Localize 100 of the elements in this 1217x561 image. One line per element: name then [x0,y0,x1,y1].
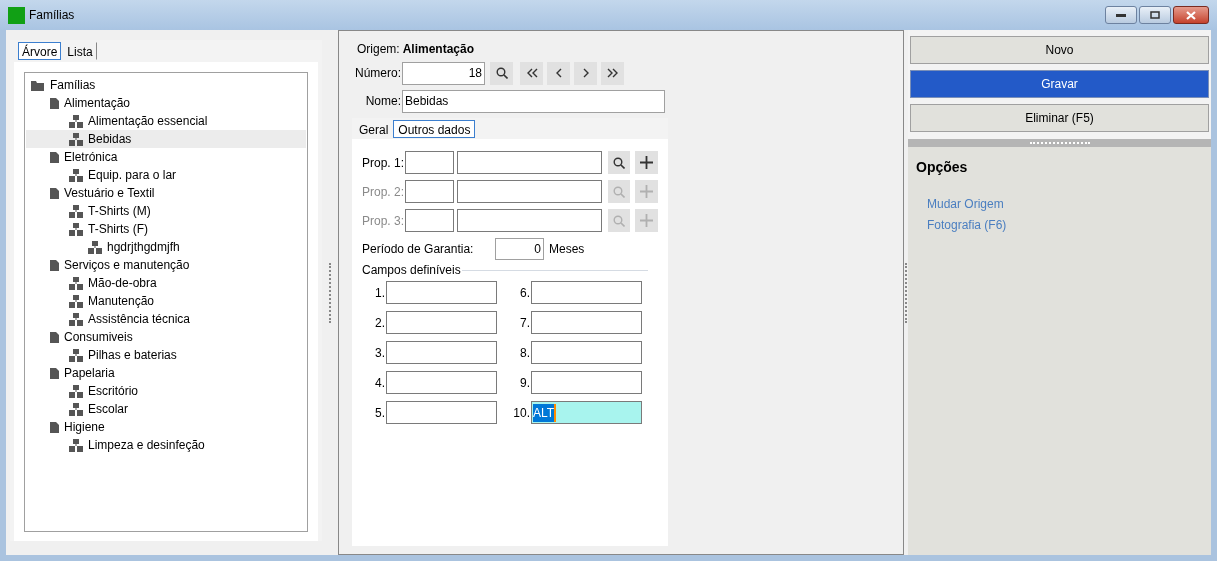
hierarchy-icon [69,222,83,236]
tree-item[interactable]: Limpeza e desinfeção [26,436,306,454]
input-field[interactable] [531,311,642,334]
plus-icon [640,156,654,169]
input-field[interactable] [531,371,642,394]
description-field[interactable] [456,151,602,174]
tab[interactable]: Lista [63,42,97,60]
tree-item[interactable]: Equip. para o lar [26,166,306,184]
number-field[interactable]: 18 [402,61,485,85]
tab[interactable]: Outros dados [393,119,476,138]
plus-icon [640,185,654,198]
origin-value: Alimentação [402,41,475,58]
minimize-button[interactable] [1105,6,1137,24]
tab[interactable]: Árvore [18,42,62,60]
grip-handle-icon[interactable] [1029,142,1090,144]
name-field[interactable]: Bebidas [402,89,665,113]
hierarchy-icon [69,276,83,290]
description-field[interactable] [456,180,602,203]
search-button[interactable] [490,61,513,85]
property-label: Prop. 3: [362,212,405,230]
hierarchy-icon [69,312,83,326]
warranty-unit: Meses [549,241,585,258]
tree-item[interactable]: Bebidas [26,130,306,148]
close-button[interactable] [1173,6,1209,24]
tree-item[interactable]: Escritório [26,382,306,400]
hierarchy-icon [69,384,83,398]
warranty-field[interactable]: 0 [495,238,544,260]
hierarchy-icon [69,438,83,452]
plus-icon [640,214,654,227]
tab[interactable]: Geral [356,119,392,138]
tree-item[interactable]: Alimentação essencial [26,112,306,130]
first-record-button[interactable] [520,61,543,85]
action-button[interactable]: Eliminar (F5) [910,104,1209,132]
number-label: Número: [354,65,402,82]
field-label: 6. [519,284,531,302]
field-label: 7. [519,314,531,332]
description-field[interactable] [456,209,602,232]
tree-item[interactable]: Papelaria [26,364,306,382]
code-field[interactable] [404,209,454,232]
tree-item[interactable]: Famílias [26,76,306,94]
code-field[interactable] [404,180,454,203]
input-field[interactable] [531,281,642,304]
property-label: Prop. 1: [362,154,405,172]
document-icon [50,97,59,109]
folder-icon [31,79,45,91]
add-button[interactable] [635,151,658,174]
field-label: 5. [374,404,386,422]
field-label: 9. [519,374,531,392]
tree-item[interactable]: Mão-de-obra [26,274,306,292]
warranty-label: Período de Garantia: [362,241,475,258]
tree-item[interactable]: Serviços e manutenção [26,256,306,274]
input-field[interactable] [386,371,497,394]
origin-label: Origem: [357,41,400,58]
input-field[interactable] [386,341,497,364]
hierarchy-icon [69,402,83,416]
field-label: 1. [374,284,386,302]
tree-item[interactable]: Higiene [26,418,306,436]
tree-item[interactable]: Vestuário e Textil [26,184,306,202]
code-field[interactable] [404,151,454,174]
action-button[interactable]: Gravar [910,70,1209,98]
chevron-left-icon [554,68,563,78]
tree-item[interactable]: hgdrjthgdmjfh [26,238,306,256]
input-field[interactable] [386,281,497,304]
field-label: 4. [374,374,386,392]
search-icon [612,214,625,227]
hierarchy-icon [88,240,102,254]
search-button[interactable] [607,151,631,174]
tree-item[interactable]: Consumiveis [26,328,306,346]
tree-item[interactable]: Manutenção [26,292,306,310]
app-logo-icon [8,6,25,24]
document-icon [50,151,59,163]
group-title: Campos definíveis [362,262,461,279]
tree-item[interactable]: Assistência técnica [26,310,306,328]
tree-item[interactable]: Escolar [26,400,306,418]
input-field[interactable]: ALT [531,401,642,424]
maximize-button[interactable] [1139,6,1171,24]
hierarchy-icon [69,114,83,128]
tree-item[interactable]: T-Shirts (F) [26,220,306,238]
hierarchy-icon [69,294,83,308]
action-button[interactable]: Novo [910,36,1209,64]
hierarchy-icon [69,204,83,218]
tree-item[interactable]: Alimentação [26,94,306,112]
window-title: Famílias [29,7,75,24]
input-field[interactable] [531,341,642,364]
property-label: Prop. 2: [362,183,405,201]
last-record-button[interactable] [601,61,624,85]
tree-item[interactable]: Pilhas e baterias [26,346,306,364]
field-label: 3. [374,344,386,362]
name-label: Nome: [364,93,402,110]
double-chevron-right-icon [606,68,619,78]
input-field[interactable] [386,311,497,334]
document-icon [50,259,59,271]
input-field[interactable] [386,401,497,424]
field-label: 8. [519,344,531,362]
tree-item[interactable]: Eletrónica [26,148,306,166]
hierarchy-icon [69,348,83,362]
tree-item[interactable]: T-Shirts (M) [26,202,306,220]
search-icon [495,67,508,79]
search-icon [612,185,625,198]
search-icon [612,156,625,169]
